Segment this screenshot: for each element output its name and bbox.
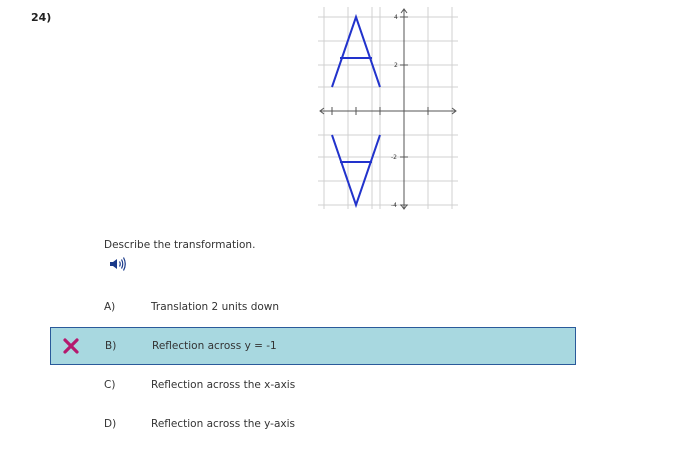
y-tick-label-2: 2	[394, 62, 398, 69]
speaker-icon[interactable]	[109, 256, 127, 272]
y-tick-label-neg4: -4	[391, 202, 397, 209]
axes	[319, 8, 457, 210]
choice-text: Reflection across the y-axis	[151, 418, 296, 430]
letter-a-reflected	[331, 134, 381, 209]
choice-text: Reflection across y = -1	[152, 340, 277, 352]
choice-letter: C)	[104, 379, 116, 391]
grid-lines	[318, 7, 458, 209]
choice-letter: A)	[104, 301, 116, 313]
coordinate-graph: 4 2 -2 -4	[318, 7, 458, 210]
answer-choice-a[interactable]: A) Translation 2 units down	[50, 288, 576, 326]
answer-choice-b[interactable]: B) Reflection across y = -1	[50, 327, 576, 365]
choice-text: Translation 2 units down	[151, 301, 280, 313]
choice-letter: D)	[104, 418, 117, 430]
y-tick-label-neg2: -2	[391, 154, 397, 161]
letter-a-original	[331, 13, 381, 88]
choice-letter: B)	[105, 340, 117, 352]
y-tick-label-4: 4	[394, 14, 398, 21]
answer-choice-c[interactable]: C) Reflection across the x-axis	[50, 366, 576, 404]
incorrect-x-icon	[63, 338, 79, 354]
choice-text: Reflection across the x-axis	[151, 379, 296, 391]
question-number: 24)	[31, 11, 52, 24]
question-prompt: Describe the transformation.	[104, 239, 256, 251]
answer-choice-d[interactable]: D) Reflection across the y-axis	[50, 405, 576, 443]
